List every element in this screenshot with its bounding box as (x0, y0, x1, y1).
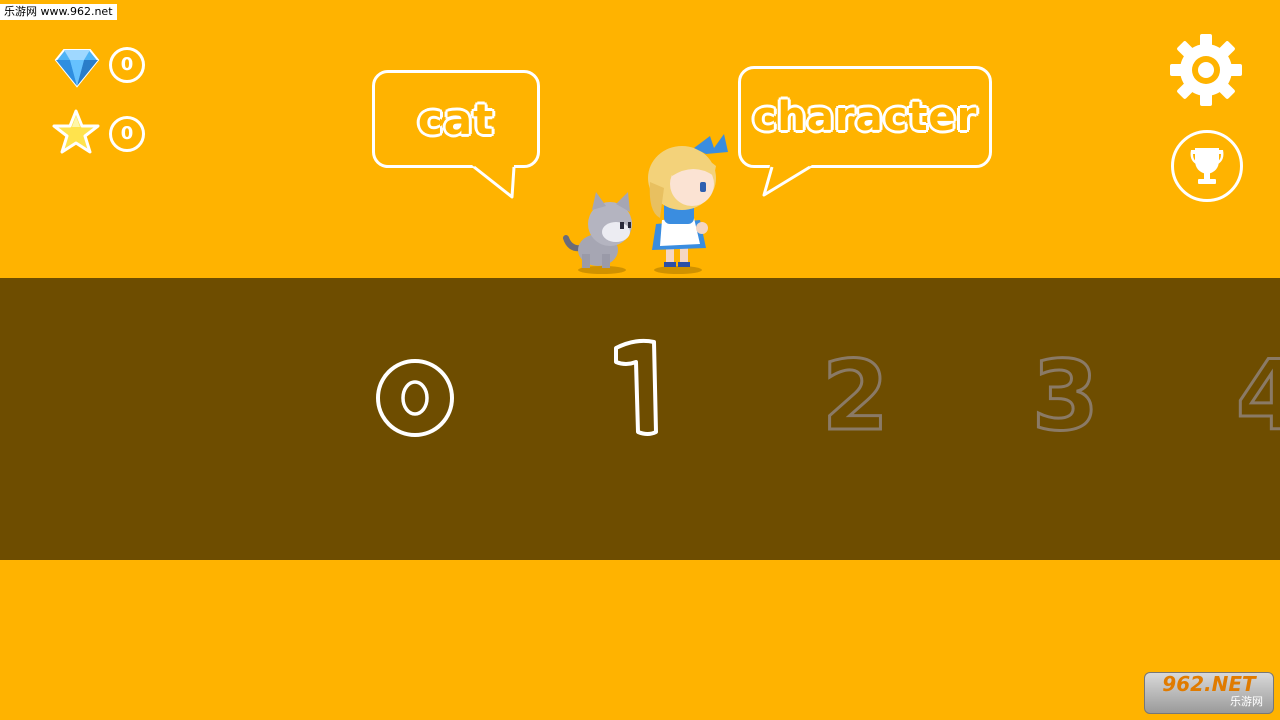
trophy-button[interactable] (1171, 130, 1243, 202)
track-digit-0[interactable]: 0 (370, 350, 460, 450)
cat-sprite (562, 188, 642, 276)
track-digit-3[interactable]: 3 (1031, 347, 1101, 446)
watermark-logo: 962.NET 乐游网 (1144, 672, 1274, 714)
watermark-logo-text: 962.NET (1162, 672, 1256, 696)
watermark-top: 乐游网 www.962.net (0, 4, 117, 20)
diamond-icon (54, 44, 100, 90)
speech-bubble-character: character (738, 66, 994, 200)
settings-button[interactable] (1168, 32, 1244, 108)
star-icon (52, 108, 100, 156)
gear-icon (1170, 34, 1242, 106)
gem-count: 0 (109, 47, 145, 83)
watermark-logo-sub: 乐游网 (1230, 695, 1263, 708)
track-digit-4[interactable]: 4 (1235, 347, 1280, 446)
bubble-word: character (752, 94, 978, 140)
track-digit-1[interactable]: 1 (606, 336, 666, 440)
speech-bubble-cat: cat (372, 70, 542, 200)
bubble-box: cat (372, 70, 540, 168)
trophy-icon (1190, 148, 1224, 184)
star-count: 0 (109, 116, 145, 152)
girl-character-sprite (644, 132, 730, 276)
track-digit-2[interactable]: 2 (821, 347, 891, 446)
bubble-box: character (738, 66, 992, 168)
bubble-word: cat (417, 94, 495, 144)
